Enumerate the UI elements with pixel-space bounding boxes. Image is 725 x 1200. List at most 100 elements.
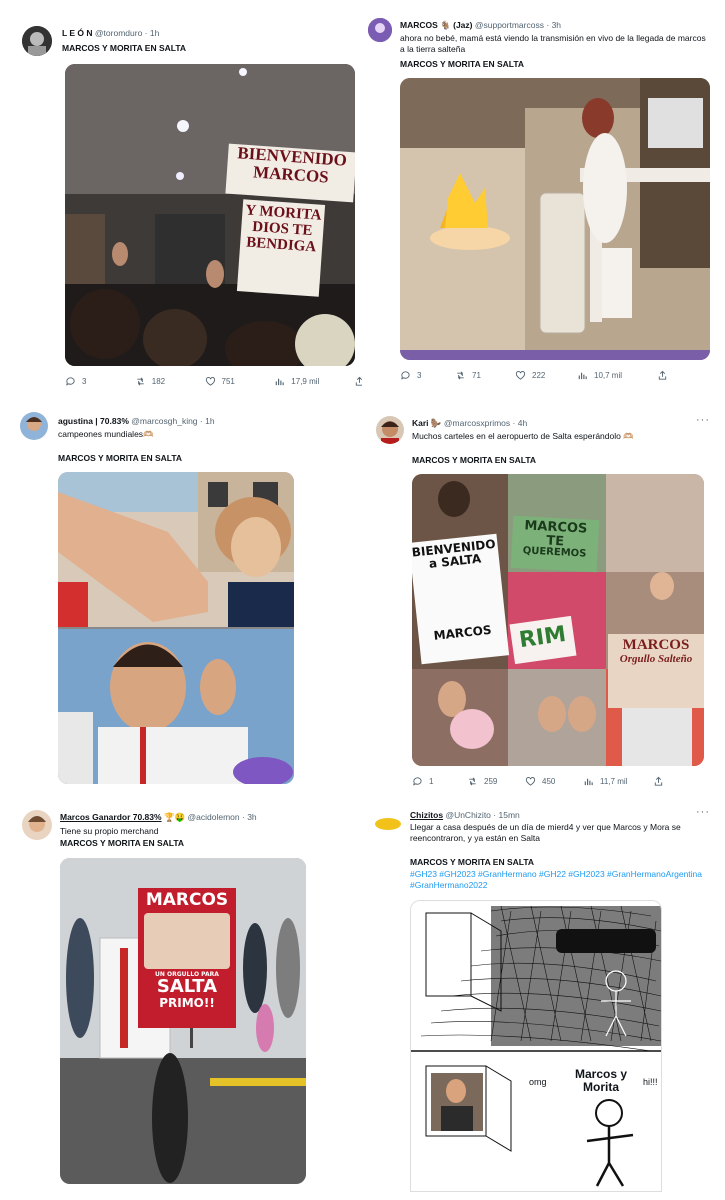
- tweet-photo[interactable]: [400, 78, 710, 360]
- like-button[interactable]: 222: [515, 370, 577, 381]
- more-options-icon[interactable]: ···: [696, 414, 710, 426]
- hashtags[interactable]: #GH23 #GH2023 #GranHermano #GH22 #GH2023…: [410, 869, 712, 891]
- reply-count: 3: [417, 371, 422, 380]
- reply-button[interactable]: 3: [65, 376, 135, 387]
- tweet-title: MARCOS Y MORITA EN SALTA: [58, 453, 183, 463]
- tweet-card[interactable]: agustina | 70.83% @marcosgh_king · 1h ca…: [10, 404, 360, 792]
- tweet-actions: 3 182 751 17,9 mil: [65, 376, 365, 387]
- avatar[interactable]: [20, 412, 48, 440]
- meme-drawing: [411, 901, 661, 1191]
- tweet-header: MARCOS 🐐 (Jaz) @supportmarcoss · 3h: [400, 20, 561, 31]
- reply-button[interactable]: 3: [400, 370, 455, 381]
- goat-emoji: 🐐: [440, 20, 451, 30]
- tweet-card[interactable]: Marcos Ganardor 70.83% 🏆🤑 @acidolemon · …: [10, 800, 360, 1192]
- avatar[interactable]: [22, 26, 52, 56]
- omg-label: omg: [529, 1077, 547, 1087]
- avatar-image: [20, 412, 48, 440]
- hi-label: hi!!!: [643, 1077, 658, 1087]
- heart-icon: [515, 371, 526, 380]
- tweet-text: ahora no bebé, mamá está viendo la trans…: [400, 33, 706, 54]
- avatar[interactable]: [368, 18, 392, 42]
- sign-photo-area: [412, 563, 506, 632]
- tweet-photo[interactable]: [58, 472, 294, 784]
- tweet-text: Tiene su propio merchand: [60, 826, 159, 836]
- author-handle[interactable]: @acidolemon: [188, 812, 240, 822]
- views-button[interactable]: 17,9 mil: [274, 376, 354, 387]
- tweet-photo[interactable]: MARCOS UN ORGULLO PARA SALTA PRIMO!!: [60, 858, 306, 1184]
- retweet-button[interactable]: 259: [467, 776, 525, 787]
- reply-icon: [413, 777, 422, 786]
- tweet-time[interactable]: 1h: [150, 28, 159, 38]
- tweet-photo[interactable]: BIENVENIDO a SALTA MARCOS MARCOS TE QUER…: [412, 474, 704, 766]
- welcome-sign-lower: Y MORITA DIOS TE BENDIGA: [236, 199, 326, 297]
- retweet-button[interactable]: 71: [455, 370, 515, 381]
- separator-dot: ·: [546, 20, 550, 30]
- like-button[interactable]: 751: [205, 376, 275, 387]
- views-button[interactable]: 11,7 mil: [583, 776, 653, 787]
- views-icon: [276, 378, 285, 386]
- author-handle[interactable]: @UnChizito: [445, 810, 490, 820]
- views-icon: [578, 372, 587, 380]
- merch-banner: MARCOS UN ORGULLO PARA SALTA PRIMO!!: [138, 888, 236, 1028]
- tweet-time[interactable]: 15mn: [499, 810, 520, 820]
- tweet-time[interactable]: 4h: [518, 418, 527, 428]
- author-handle[interactable]: @marcosxprimos: [444, 418, 510, 428]
- share-button[interactable]: [657, 370, 668, 381]
- retweet-button[interactable]: 182: [135, 376, 205, 387]
- tweet-card[interactable]: Kari 🦫 @marcosxprimos · 4h ··· Muchos ca…: [362, 404, 720, 792]
- author-handle[interactable]: @marcosgh_king: [131, 416, 197, 426]
- author-name[interactable]: Kari: [412, 418, 429, 428]
- retweet-icon: [457, 371, 464, 380]
- retweet-count: 259: [484, 777, 498, 786]
- trophy-emoji: 🏆🤑: [163, 812, 186, 822]
- avatar[interactable]: [376, 416, 404, 444]
- view-count: 11,7 mil: [600, 777, 628, 786]
- author-name[interactable]: agustina | 70.83%: [58, 416, 129, 426]
- avatar[interactable]: [374, 812, 402, 832]
- tweet-time[interactable]: 3h: [247, 812, 256, 822]
- reply-button[interactable]: 1: [412, 776, 467, 787]
- author-name[interactable]: MARCOS: [400, 20, 438, 30]
- tweet-header: L E Ó N @toromduro · 1h: [62, 28, 159, 38]
- tweet-title: MARCOS Y MORITA EN SALTA: [400, 59, 525, 69]
- tweet-title: MARCOS Y MORITA EN SALTA: [410, 857, 535, 867]
- tweet-header: agustina | 70.83% @marcosgh_king · 1h: [58, 416, 215, 426]
- welcome-sign: BIENVENIDO MARCOS: [225, 143, 355, 203]
- tweet-card[interactable]: MARCOS 🐐 (Jaz) @supportmarcoss · 3h ahor…: [362, 8, 720, 388]
- separator-dot: ·: [144, 28, 148, 38]
- like-button[interactable]: 450: [525, 776, 583, 787]
- avatar-image: [22, 26, 52, 56]
- sign-line: SALTA: [156, 976, 218, 998]
- reply-count: 1: [429, 777, 434, 786]
- views-icon: [584, 778, 593, 786]
- retweet-count: 182: [151, 377, 166, 386]
- avatar-image: [22, 810, 52, 840]
- author-name[interactable]: L E Ó N: [62, 28, 93, 38]
- author-subname: (Jaz): [453, 20, 473, 30]
- like-count: 222: [532, 371, 546, 380]
- sign-line: Orgullo Salteño: [619, 652, 693, 665]
- tweet-card[interactable]: L E Ó N @toromduro · 1h MARCOS Y MORITA …: [10, 14, 364, 394]
- author-name[interactable]: Chizitos: [410, 810, 443, 820]
- author-handle[interactable]: @supportmarcoss: [475, 20, 544, 30]
- separator-dot: ·: [199, 416, 203, 426]
- tweet-photo[interactable]: BIENVENIDO MARCOS Y MORITA DIOS TE BENDI…: [65, 64, 355, 366]
- share-button[interactable]: [653, 776, 664, 787]
- tweet-text: Llegar a casa después de un día de mierd…: [410, 822, 681, 843]
- author-name[interactable]: Marcos Ganardor 70.83%: [60, 812, 162, 822]
- tweet-text: Muchos carteles en el aeropuerto de Salt…: [412, 431, 634, 441]
- sign-line: MARCOS: [145, 890, 229, 910]
- author-handle[interactable]: @toromduro: [95, 28, 142, 38]
- collage-photo: [58, 472, 294, 784]
- reply-icon: [401, 371, 410, 380]
- queremos-sign: MARCOS TE QUEREMOS: [510, 515, 600, 573]
- share-icon: [658, 370, 667, 380]
- tweet-time[interactable]: 3h: [552, 20, 561, 30]
- tweet-card[interactable]: Chizitos @UnChizito · 15mn ··· Llegar a …: [362, 800, 720, 1192]
- view-count: 10,7 mil: [594, 371, 623, 380]
- tweet-time[interactable]: 1h: [205, 416, 214, 426]
- more-options-icon[interactable]: ···: [696, 806, 710, 818]
- views-button[interactable]: 10,7 mil: [577, 370, 657, 381]
- tweet-photo[interactable]: omg Marcos y Morita hi!!!: [410, 900, 662, 1192]
- avatar[interactable]: [22, 810, 52, 840]
